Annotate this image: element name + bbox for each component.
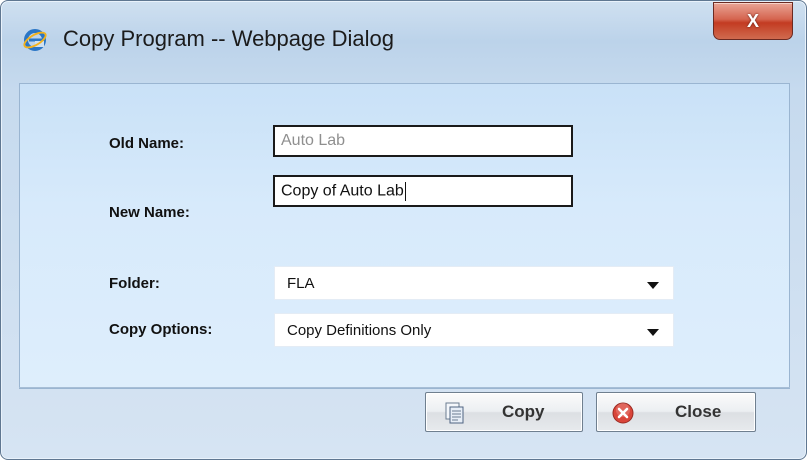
- copy-button[interactable]: Copy: [425, 392, 583, 432]
- close-button[interactable]: Close: [596, 392, 756, 432]
- chevron-down-icon[interactable]: [647, 329, 659, 336]
- old-name-value: Auto Lab: [281, 132, 346, 149]
- ie-icon: [23, 28, 47, 52]
- folder-select[interactable]: FLA: [274, 266, 674, 300]
- copy-options-label: Copy Options:: [109, 321, 213, 338]
- close-circle-icon: [611, 401, 635, 430]
- dialog-window: Copy Program -- Webpage Dialog X Old Nam…: [0, 0, 807, 460]
- old-name-label: Old Name:: [109, 135, 185, 152]
- old-name-field: Auto Lab: [273, 125, 573, 157]
- title-bar[interactable]: Copy Program -- Webpage Dialog X: [1, 1, 806, 81]
- copy-icon: [444, 402, 466, 429]
- chevron-down-icon[interactable]: [647, 282, 659, 289]
- close-x-icon: X: [746, 10, 759, 31]
- copy-options-select[interactable]: Copy Definitions Only: [274, 313, 674, 347]
- close-button-label: Close: [675, 402, 722, 421]
- new-name-field[interactable]: Copy of Auto Lab: [273, 175, 573, 207]
- copy-options-value: Copy Definitions Only: [287, 322, 432, 339]
- text-caret: [404, 182, 406, 201]
- new-name-label: New Name:: [109, 204, 190, 221]
- footer-divider: [19, 387, 790, 388]
- folder-label: Folder:: [109, 275, 160, 292]
- dialog-content: Old Name: Auto Lab New Name: Copy of Aut…: [19, 83, 790, 389]
- new-name-value: Copy of Auto Lab: [281, 182, 404, 200]
- folder-value: FLA: [287, 275, 315, 292]
- dialog-title: Copy Program -- Webpage Dialog: [63, 26, 394, 51]
- copy-button-label: Copy: [502, 402, 545, 421]
- window-close-button[interactable]: X: [713, 2, 793, 40]
